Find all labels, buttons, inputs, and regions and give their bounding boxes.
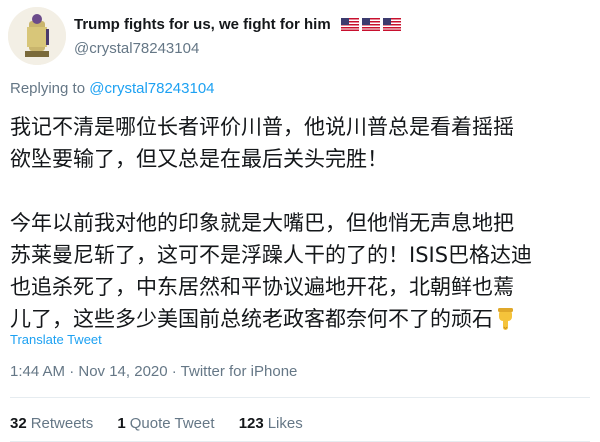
tweet-header: Trump fights for us, we fight for him @c… xyxy=(0,0,600,76)
author-display-name[interactable]: Trump fights for us, we fight for him xyxy=(74,16,331,33)
quote-tweets-label: Quote Tweet xyxy=(129,415,215,432)
tweet-line: 今年以前我对他的印象就是大嘴巴，但他悄无声息地把 xyxy=(10,211,514,235)
us-flag-icon xyxy=(382,18,401,36)
replying-to: Replying to @crystal78243104 xyxy=(10,80,215,97)
replying-to-label: Replying to xyxy=(10,80,90,97)
tweet-line: 我记不清是哪位长者评价川普，他说川普总是看着摇摇 xyxy=(10,115,514,139)
author-names: Trump fights for us, we fight for him @c… xyxy=(74,16,404,58)
tweet-line: 欲坠要输了，但又总是在最后关头完胜！ xyxy=(10,147,388,171)
replying-to-link[interactable]: @crystal78243104 xyxy=(89,80,214,97)
likes-stat[interactable]: 123 Likes xyxy=(239,415,303,432)
likes-label: Likes xyxy=(267,415,303,432)
tweet-stats: 32 Retweets 1 Quote Tweet 123 Likes xyxy=(10,415,323,432)
author-display-name-row[interactable]: Trump fights for us, we fight for him xyxy=(74,16,404,36)
tweet-timestamp[interactable]: 1:44 AM · Nov 14, 2020 · Twitter for iPh… xyxy=(10,363,297,380)
tweet-line-text: 儿了，这些多少美国前总统老政客都奈何不了的顽石 xyxy=(10,307,493,331)
us-flag-icon xyxy=(340,18,359,36)
tweet-paragraph: 今年以前我对他的印象就是大嘴巴，但他悄无声息地把 苏莱曼尼斩了，这可不是浮躁人干… xyxy=(10,207,592,340)
us-flag-icon xyxy=(361,18,380,36)
quote-tweets-stat[interactable]: 1 Quote Tweet xyxy=(117,415,214,432)
translate-tweet-link[interactable]: Translate Tweet xyxy=(10,332,102,347)
retweets-label: Retweets xyxy=(30,415,94,432)
pointing-down-hand-icon xyxy=(495,307,517,340)
retweets-stat[interactable]: 32 Retweets xyxy=(10,415,93,432)
tweet-text: 我记不清是哪位长者评价川普，他说川普总是看着摇摇 欲坠要输了，但又总是在最后关头… xyxy=(10,111,592,340)
likes-count: 123 xyxy=(238,415,264,432)
tweet-line: 也追杀死了，中东居然和平协议遍地开花，北朝鲜也蔫 xyxy=(10,275,514,299)
avatar[interactable] xyxy=(8,7,66,65)
tweet-paragraph: 我记不清是哪位长者评价川普，他说川普总是看着摇摇 欲坠要输了，但又总是在最后关头… xyxy=(10,111,592,175)
divider xyxy=(10,397,590,398)
tweet-line: 苏莱曼尼斩了，这可不是浮躁人干的了的！ISIS巴格达迪 xyxy=(10,243,533,267)
avatar-image xyxy=(8,7,66,65)
quote-tweets-count: 1 xyxy=(117,415,126,432)
flag-group xyxy=(340,18,404,36)
retweets-count: 32 xyxy=(10,415,27,432)
author-handle[interactable]: @crystal78243104 xyxy=(74,40,404,58)
